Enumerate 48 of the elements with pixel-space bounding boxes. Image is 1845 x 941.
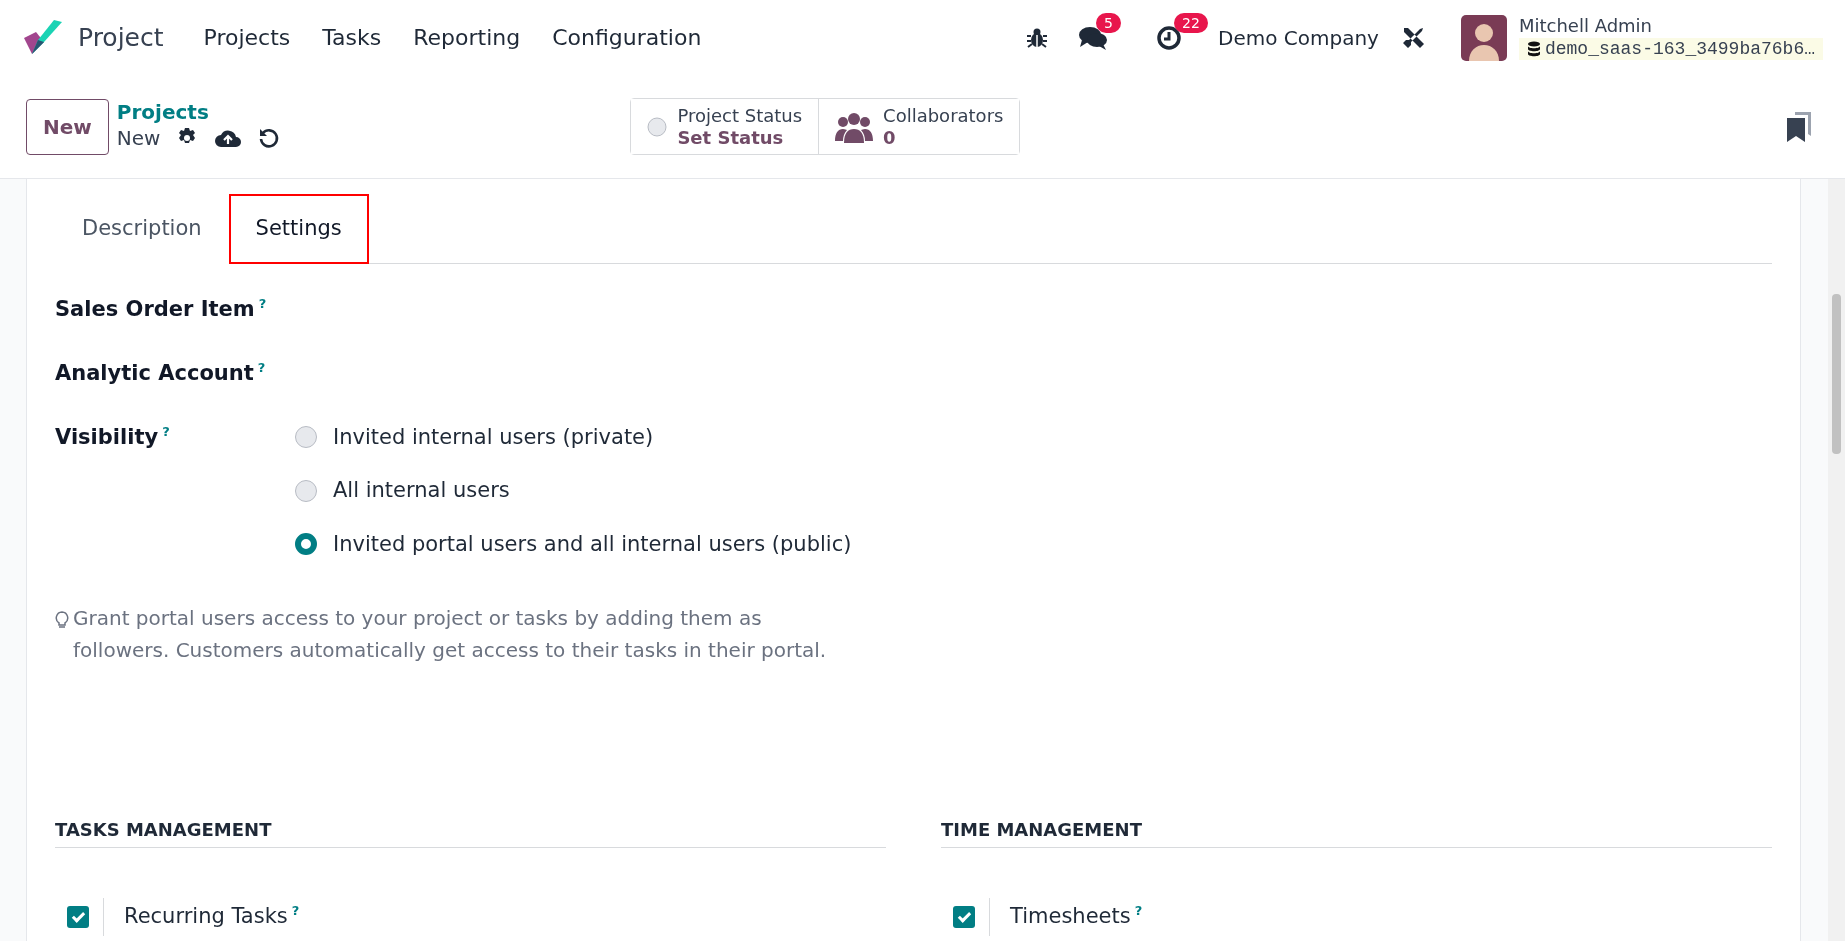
section-heading: TASKS MANAGEMENT [55,816,886,848]
new-button[interactable]: New [26,98,109,155]
bookmark-icon[interactable] [1787,111,1811,142]
radio-label[interactable]: Invited internal users (private) [333,421,654,453]
company-switcher[interactable]: Demo Company [1218,22,1379,53]
undo-icon[interactable] [258,126,281,149]
help-tooltip[interactable]: ? [258,295,267,311]
field-label: Visibility $^{?}$ [55,422,171,451]
radio-button[interactable] [295,479,317,502]
scrollbar-thumb[interactable] [1832,294,1841,454]
field-label: Analytic Account $^{?}$ [55,358,267,387]
section-heading: TIME MANAGEMENT [941,816,1772,848]
scrollbar[interactable] [1828,179,1845,941]
stat-button[interactable]: Collaborators 0 [818,98,1020,155]
user-name[interactable]: Mitchell Admin [1518,15,1823,38]
hint-text: Grant portal users access to your project or tasks by adding them as followers. Customers automatically get access to their tasks in their portal. [55,602,855,666]
breadcrumb-current: New [116,124,161,152]
app-name[interactable]: Project [78,18,164,57]
help-tooltip[interactable]: ? [162,423,170,439]
help-tooltip[interactable]: ? [291,903,300,919]
help-tooltip[interactable]: ? [257,359,266,375]
menu-item[interactable]: Tasks [306,17,398,58]
clock-icon[interactable] [1156,24,1182,51]
setting-label: Recurring Tasks $^{?}$ [124,902,300,931]
radio-button[interactable] [295,426,317,449]
breadcrumb-link[interactable]: Projects [116,100,281,123]
help-tooltip[interactable]: ? [1134,903,1143,919]
menu-item[interactable]: Reporting [397,17,537,58]
database-icon [1526,40,1541,57]
menu-item[interactable]: Configuration [536,17,718,58]
radio-button[interactable] [295,533,317,556]
menu-item[interactable]: Projects [187,17,307,58]
activity-count-badge: 22 [1174,12,1208,34]
app-logo-icon[interactable] [22,19,64,56]
radio-label[interactable]: All internal users [333,475,510,507]
lightbulb-icon [55,610,69,629]
tab[interactable]: Settings [228,194,369,264]
setting-label: Timesheets $^{?}$ [1010,902,1143,931]
message-count-badge: 5 [1096,12,1121,34]
checkbox[interactable] [67,906,89,928]
people-icon [835,110,874,143]
avatar-icon[interactable] [1460,14,1507,61]
status-circle-icon [647,116,668,137]
radio-label[interactable]: Invited portal users and all internal users (public) [333,528,852,560]
checkbox[interactable] [953,906,975,928]
field-label: Sales Order Item $^{?}$ [55,294,268,323]
bug-icon[interactable] [1026,26,1048,49]
database-name: demo_saas-163_3499ba76b6… [1518,37,1823,60]
